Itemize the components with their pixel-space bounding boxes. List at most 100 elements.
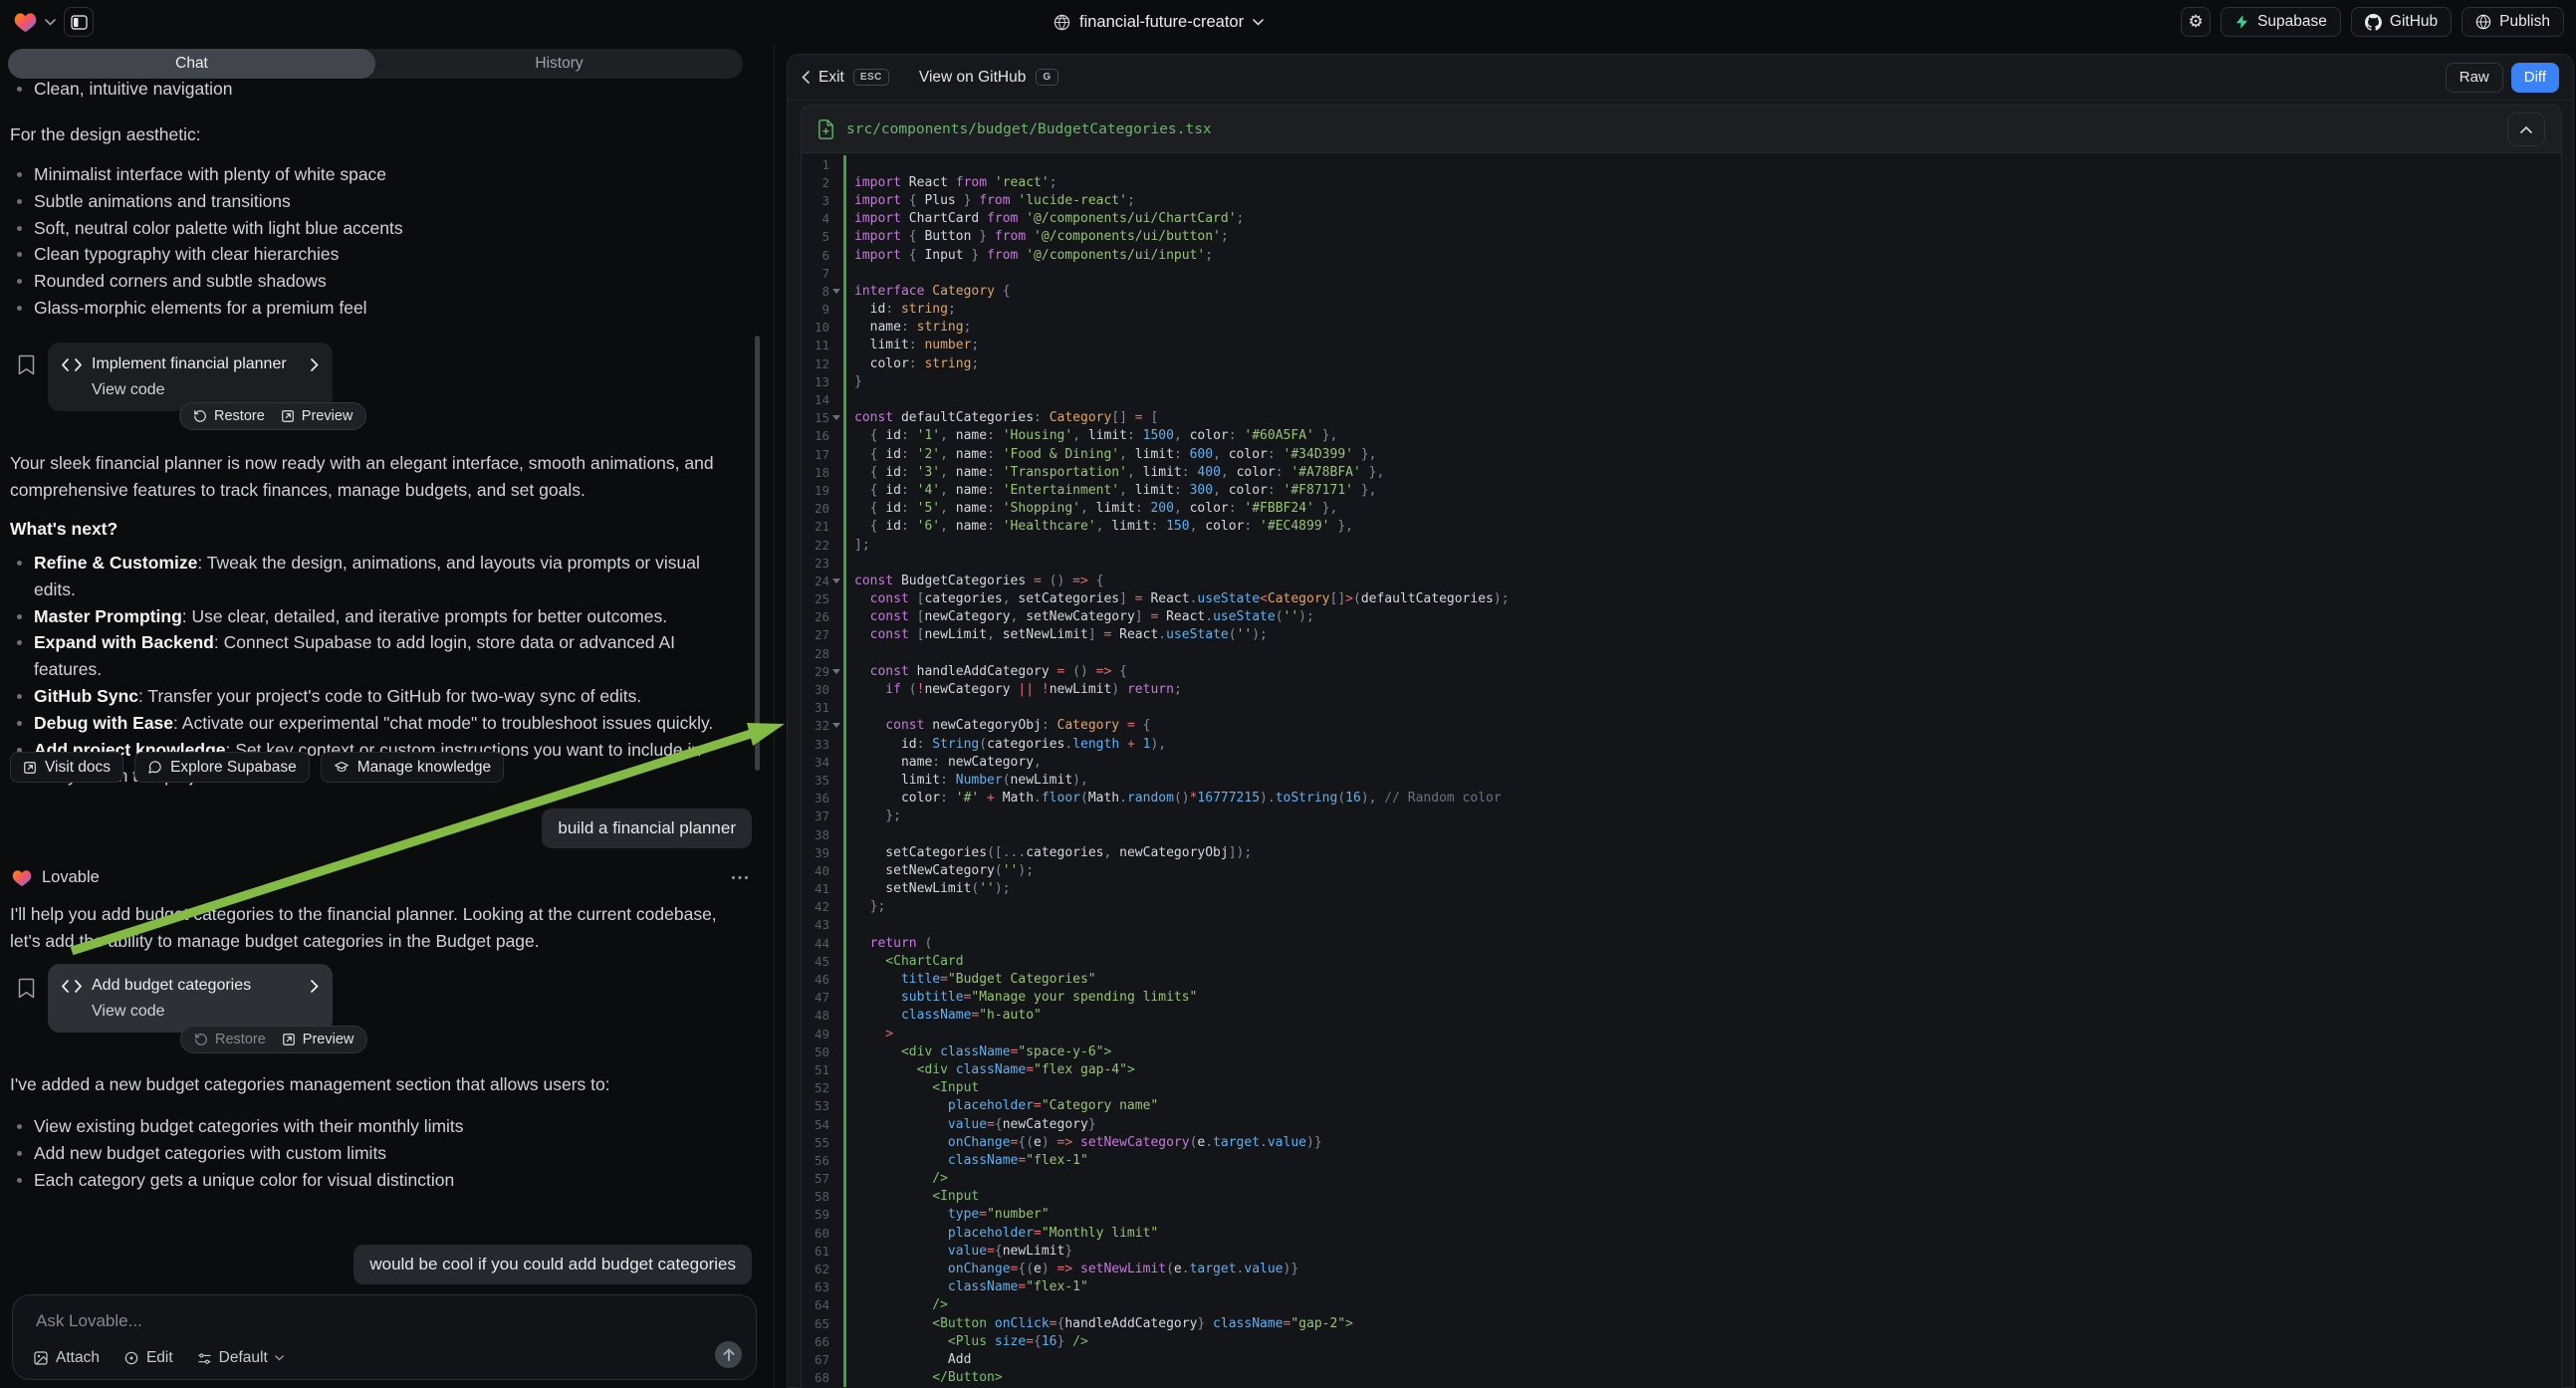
line-number: 31 [802, 700, 829, 715]
line-number: 21 [802, 519, 829, 534]
version-card-implement-financial-planner[interactable]: Implement financial planner View code [48, 343, 333, 411]
diff-toggle-button[interactable]: Diff [2511, 63, 2559, 93]
composer-input[interactable]: Ask Lovable... [36, 1311, 142, 1331]
code-line: 27 const [newLimit, setNewLimit] = React… [802, 626, 2561, 644]
line-number: 47 [802, 990, 829, 1005]
manage-knowledge-button[interactable]: Manage knowledge [321, 752, 504, 783]
added-summary-text: I've added a new budget categories manag… [10, 1071, 752, 1098]
version-card-add-budget-categories[interactable]: Add budget categories View code [48, 964, 333, 1033]
publish-button[interactable]: Publish [2461, 7, 2564, 37]
view-on-github-link[interactable]: View on GitHub [919, 69, 1026, 87]
project-title: financial-future-creator [1079, 13, 1244, 32]
chevron-up-icon [2520, 125, 2532, 133]
tab-chat[interactable]: Chat [8, 49, 375, 79]
design-bullet-list: Minimalist interface with plenty of whit… [10, 161, 752, 322]
code-line: 23 [802, 554, 2561, 572]
view-code-link[interactable]: View code [92, 1003, 319, 1021]
line-number: 51 [802, 1062, 829, 1077]
toggle-sidebar-button[interactable] [64, 7, 94, 37]
tab-history[interactable]: History [375, 49, 743, 79]
code-line: 19 { id: '4', name: 'Entertainment', lim… [802, 481, 2561, 499]
settings-gear-button[interactable]: ⚙ [2181, 7, 2211, 37]
chat-scrollbar-thumb[interactable] [755, 336, 760, 771]
code-line: 18 { id: '3', name: 'Transportation', li… [802, 463, 2561, 481]
file-path-bar[interactable]: src/components/budget/BudgetCategories.t… [802, 106, 2561, 153]
raw-toggle-button[interactable]: Raw [2446, 63, 2503, 93]
fold-chevron-icon[interactable] [832, 578, 840, 583]
logo-chevron-down-icon[interactable] [45, 19, 56, 26]
line-number: 6 [802, 248, 829, 263]
edit-button[interactable]: Edit [123, 1349, 173, 1367]
project-switcher[interactable]: financial-future-creator [1054, 0, 1264, 44]
user-message-bubble: would be cool if you could add budget ca… [353, 1245, 752, 1284]
code-line: 41 setNewLimit(''); [802, 880, 2561, 898]
code-line: 12 color: string; [802, 354, 2561, 372]
preview-button[interactable]: Preview [281, 408, 353, 424]
fold-chevron-icon[interactable] [832, 289, 840, 294]
more-options-icon[interactable] [731, 875, 749, 880]
visit-docs-button[interactable]: Visit docs [10, 752, 123, 783]
line-number: 68 [802, 1370, 829, 1385]
line-number: 42 [802, 899, 829, 914]
lovable-heart-icon [12, 869, 32, 887]
rotate-ccw-icon [193, 409, 207, 423]
code-line: 20 { id: '5', name: 'Shopping', limit: 2… [802, 500, 2561, 518]
fold-chevron-icon[interactable] [832, 415, 840, 420]
chevron-left-icon[interactable] [802, 71, 810, 84]
code-line: 54 value={newCategory} [802, 1115, 2561, 1133]
mode-selector[interactable]: Default [197, 1349, 284, 1367]
code-view-header: Exit ESC View on GitHub G Raw Diff [788, 55, 2573, 101]
send-button[interactable] [715, 1341, 742, 1368]
line-number: 36 [802, 791, 829, 806]
code-line: 9 id: string; [802, 301, 2561, 319]
code-line: 33 id: String(categories.length + 1), [802, 735, 2561, 753]
collapse-file-button[interactable] [2507, 113, 2545, 146]
code-line: 6import { Input } from '@/components/ui/… [802, 246, 2561, 264]
code-line: 13} [802, 372, 2561, 390]
attach-button[interactable]: Attach [33, 1349, 100, 1367]
line-number: 23 [802, 556, 829, 571]
chevron-right-icon[interactable] [311, 358, 319, 371]
exit-button[interactable]: Exit [819, 69, 844, 87]
list-item: Soft, neutral color palette with light b… [10, 215, 752, 242]
external-link-icon [282, 1033, 296, 1046]
line-number: 55 [802, 1135, 829, 1150]
panel-divider [774, 44, 775, 1388]
line-number: 60 [802, 1226, 829, 1241]
view-code-link[interactable]: View code [92, 381, 319, 399]
line-number: 53 [802, 1098, 829, 1113]
list-item: Add new budget categories with custom li… [10, 1140, 747, 1167]
restore-button[interactable]: Restore [193, 408, 265, 424]
bookmark-icon[interactable] [18, 978, 35, 999]
chevron-right-icon[interactable] [311, 980, 319, 993]
line-number: 28 [802, 646, 829, 661]
code-line: 38 [802, 825, 2561, 843]
line-number: 16 [802, 428, 829, 443]
explore-supabase-button[interactable]: Explore Supabase [134, 752, 310, 783]
fold-chevron-icon[interactable] [832, 723, 840, 728]
line-number: 1 [802, 157, 829, 172]
chat-composer[interactable]: Ask Lovable... Attach Edit Default [12, 1294, 757, 1380]
supabase-button[interactable]: Supabase [2221, 7, 2341, 37]
line-number: 19 [802, 483, 829, 498]
restore-preview-pill: Restore Preview [180, 1026, 367, 1053]
line-number: 65 [802, 1316, 829, 1331]
bookmark-icon[interactable] [18, 354, 35, 375]
line-number: 22 [802, 538, 829, 553]
line-number: 46 [802, 972, 829, 987]
code-line: 25 const [categories, setCategories] = R… [802, 590, 2561, 608]
code-line: 58 <Input [802, 1188, 2561, 1206]
file-added-icon [818, 119, 834, 139]
line-number: 27 [802, 627, 829, 642]
code-editor-lines[interactable]: 12import React from 'react';3import { Pl… [802, 153, 2561, 1387]
fold-chevron-icon[interactable] [832, 669, 840, 674]
line-number: 13 [802, 374, 829, 389]
lovable-heart-logo[interactable] [14, 12, 37, 33]
preview-button[interactable]: Preview [282, 1032, 354, 1047]
user-message-bubble: build a financial planner [542, 809, 752, 848]
code-line: 28 [802, 644, 2561, 662]
restore-preview-pill: Restore Preview [179, 402, 366, 430]
restore-button[interactable]: Restore [194, 1032, 266, 1047]
github-button[interactable]: GitHub [2351, 7, 2452, 37]
list-item: View existing budget categories with the… [10, 1113, 747, 1140]
